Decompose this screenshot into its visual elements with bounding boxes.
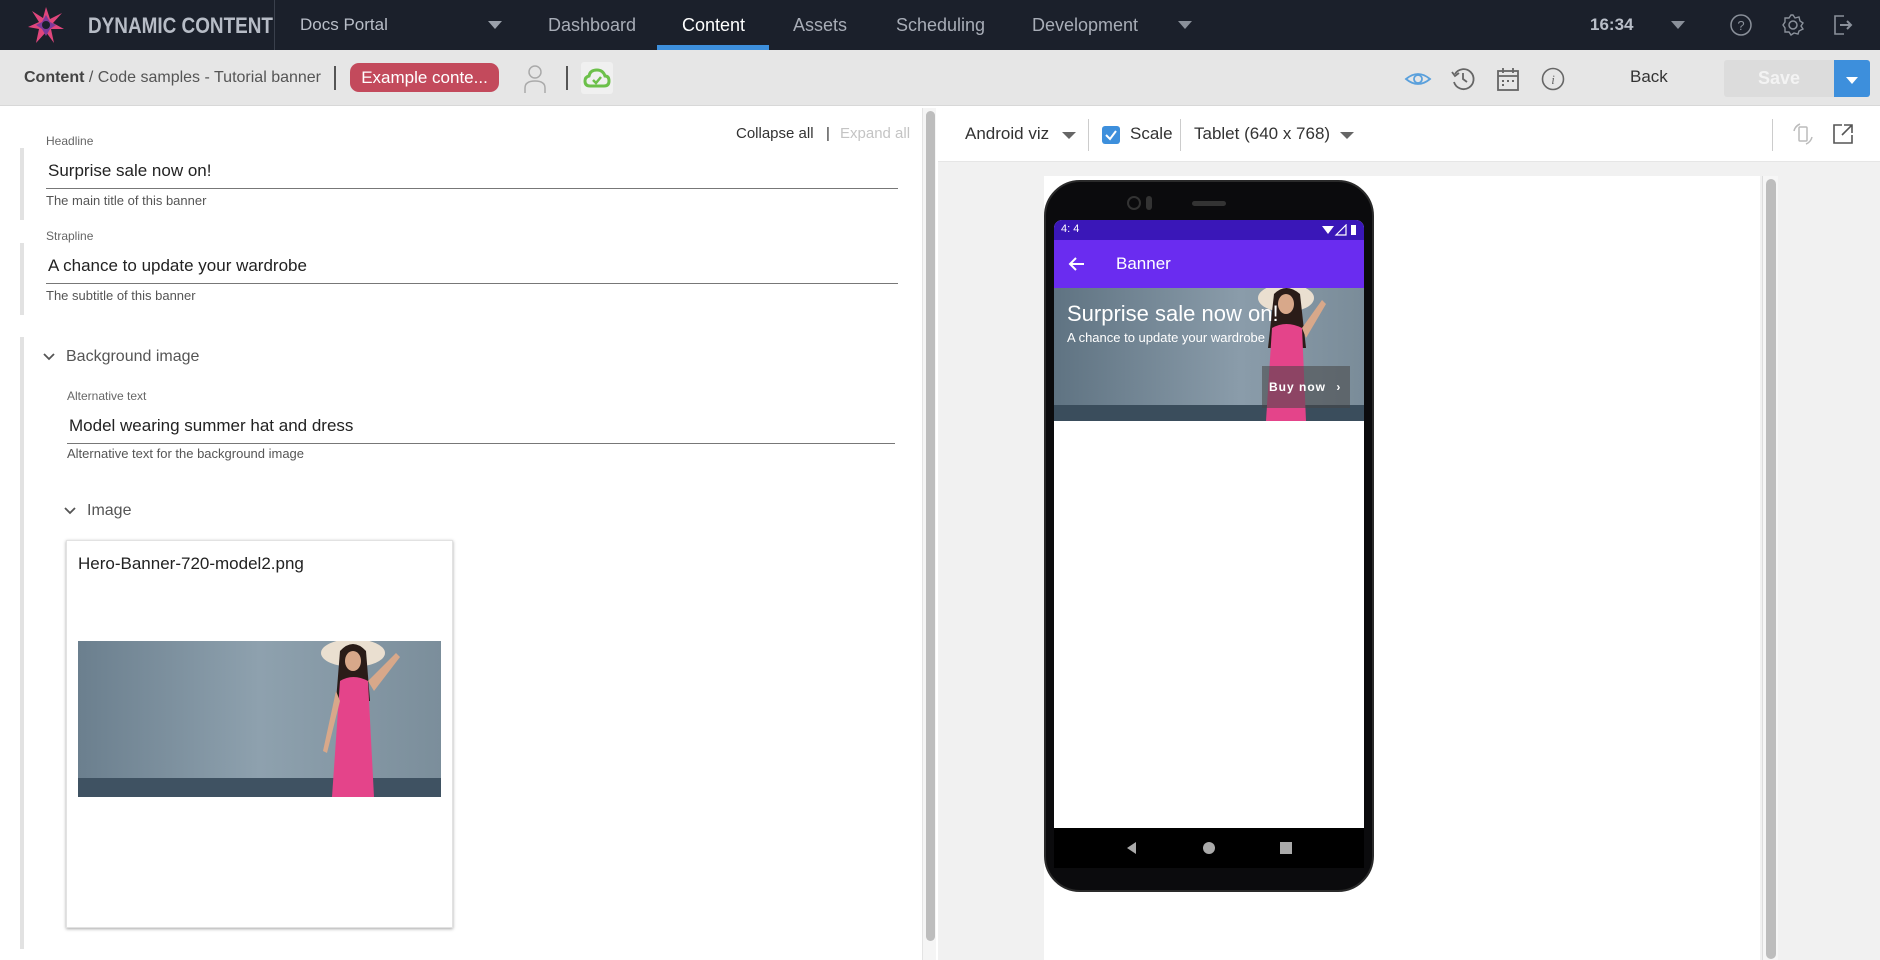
collapse-all-link[interactable]: Collapse all bbox=[736, 125, 814, 142]
image-asset-card[interactable]: Hero-Banner-720-model2.png bbox=[66, 540, 453, 928]
alt-text-help-text: Alternative text for the background imag… bbox=[67, 446, 305, 461]
android-status-bar: 4: 4 bbox=[1054, 220, 1364, 240]
cloud-check-icon bbox=[583, 68, 611, 88]
editor-scrollbar-thumb[interactable] bbox=[926, 111, 935, 941]
alt-text-input[interactable]: Model wearing summer hat and dress bbox=[67, 413, 895, 444]
preview-scrollbar[interactable] bbox=[1762, 176, 1778, 960]
sensor bbox=[1146, 196, 1152, 210]
speaker-grille bbox=[1192, 201, 1226, 206]
camera-icon bbox=[1127, 196, 1141, 210]
nav-tab-content[interactable]: Content bbox=[682, 15, 745, 36]
save-options-dropdown-button[interactable] bbox=[1834, 60, 1870, 97]
assignee-user-icon[interactable] bbox=[522, 64, 548, 94]
development-dropdown-caret-icon[interactable] bbox=[1178, 21, 1192, 29]
divider bbox=[1772, 119, 1773, 151]
preview-scrollbar-thumb[interactable] bbox=[1766, 179, 1776, 959]
background-image-section-toggle[interactable]: Background image bbox=[66, 348, 199, 366]
nav-home-icon[interactable] bbox=[1201, 840, 1217, 856]
device-screen: 4: 4 Banner Surprise sale now on! A chan… bbox=[1054, 220, 1364, 828]
scale-label[interactable]: Scale bbox=[1130, 124, 1173, 144]
divider bbox=[1088, 119, 1089, 151]
divider bbox=[1180, 119, 1181, 151]
divider bbox=[566, 66, 568, 90]
breadcrumb-root[interactable]: Content bbox=[24, 69, 84, 86]
image-section-toggle[interactable]: Image bbox=[87, 502, 131, 520]
brand-name: DYNAMIC CONTENT bbox=[88, 13, 273, 38]
svg-text:i: i bbox=[1551, 72, 1555, 87]
banner-strapline: A chance to update your wardrobe bbox=[1067, 330, 1266, 345]
content-toolbar: Content / Code samples - Tutorial banner… bbox=[0, 50, 1880, 106]
device-dropdown-caret-icon[interactable] bbox=[1340, 132, 1354, 139]
chevron-down-icon[interactable] bbox=[42, 350, 56, 364]
editor-scrollbar[interactable] bbox=[922, 108, 936, 960]
banner-hero: Surprise sale now on! A chance to update… bbox=[1054, 288, 1364, 421]
breadcrumb: Content / Code samples - Tutorial banner bbox=[24, 69, 321, 87]
image-filename: Hero-Banner-720-model2.png bbox=[78, 554, 304, 573]
content-type-badge[interactable]: Example conte... bbox=[350, 63, 499, 92]
strapline-label: Strapline bbox=[46, 229, 94, 243]
headline-input[interactable]: Surprise sale now on! bbox=[46, 158, 898, 189]
chevron-down-icon[interactable] bbox=[63, 504, 77, 518]
breadcrumb-path: / Code samples - Tutorial banner bbox=[88, 69, 322, 86]
logout-icon[interactable] bbox=[1830, 12, 1856, 38]
nav-back-icon[interactable] bbox=[1124, 840, 1140, 856]
strapline-help-text: The subtitle of this banner bbox=[46, 288, 196, 303]
nav-tab-dashboard[interactable]: Dashboard bbox=[548, 15, 636, 36]
app-bar-title: Banner bbox=[1116, 254, 1171, 273]
scale-checkbox[interactable] bbox=[1102, 126, 1120, 144]
save-button[interactable]: Save bbox=[1724, 60, 1834, 97]
field-indent-bar bbox=[20, 148, 24, 220]
nav-tab-scheduling[interactable]: Scheduling bbox=[896, 15, 985, 36]
hub-dropdown-caret-icon[interactable] bbox=[488, 21, 502, 29]
content-editor-panel: Collapse all | Expand all Headline Surpr… bbox=[0, 106, 920, 960]
back-arrow-icon[interactable] bbox=[1068, 256, 1086, 272]
headline-label: Headline bbox=[46, 134, 94, 148]
chevron-right-icon: › bbox=[1336, 380, 1342, 394]
headline-help-text: The main title of this banner bbox=[46, 193, 207, 208]
svg-text:?: ? bbox=[1737, 18, 1744, 33]
info-icon[interactable]: i bbox=[1539, 65, 1567, 93]
clock-dropdown-caret-icon[interactable] bbox=[1671, 21, 1685, 29]
top-navigation-bar: DYNAMIC CONTENT Docs Portal Dashboard Co… bbox=[0, 0, 1880, 50]
status-time: 4: 4 bbox=[1061, 223, 1080, 235]
rotate-device-icon[interactable] bbox=[1790, 121, 1816, 147]
help-icon[interactable]: ? bbox=[1728, 12, 1754, 38]
hub-selector[interactable]: Docs Portal bbox=[300, 15, 388, 35]
preview-canvas: 4: 4 Banner Surprise sale now on! A chan… bbox=[1044, 176, 1760, 960]
checkmark-icon bbox=[1105, 130, 1117, 141]
sync-status-button[interactable] bbox=[581, 62, 613, 94]
dynamic-content-logo-icon bbox=[28, 7, 64, 43]
android-device-frame: 4: 4 Banner Surprise sale now on! A chan… bbox=[1044, 180, 1374, 892]
strapline-input[interactable]: A chance to update your wardrobe bbox=[46, 253, 898, 284]
image-thumbnail bbox=[78, 641, 441, 797]
schedule-calendar-icon[interactable] bbox=[1494, 65, 1522, 93]
preview-panel: Android viz Scale Tablet (640 x 768) 4: … bbox=[938, 106, 1880, 960]
history-icon[interactable] bbox=[1449, 65, 1477, 93]
nav-tab-development[interactable]: Development bbox=[1032, 15, 1138, 36]
platform-selector[interactable]: Android viz bbox=[965, 124, 1049, 144]
android-navigation-bar bbox=[1054, 828, 1364, 868]
settings-icon[interactable] bbox=[1780, 12, 1806, 38]
platform-dropdown-caret-icon[interactable] bbox=[1062, 132, 1076, 139]
banner-headline: Surprise sale now on! bbox=[1067, 301, 1279, 326]
field-indent-bar bbox=[20, 337, 24, 949]
separator: | bbox=[826, 125, 830, 142]
visualize-eye-icon[interactable] bbox=[1404, 65, 1432, 93]
nav-recents-icon[interactable] bbox=[1278, 840, 1294, 856]
open-external-icon[interactable] bbox=[1830, 121, 1856, 147]
divider bbox=[334, 66, 336, 90]
alt-text-label: Alternative text bbox=[67, 389, 147, 403]
device-size-selector[interactable]: Tablet (640 x 768) bbox=[1194, 124, 1330, 144]
clock: 16:34 bbox=[1590, 15, 1634, 34]
divider bbox=[274, 0, 275, 50]
expand-all-link[interactable]: Expand all bbox=[840, 125, 910, 142]
buy-now-button[interactable]: Buy now › bbox=[1262, 366, 1350, 408]
preview-toolbar: Android viz Scale Tablet (640 x 768) bbox=[938, 106, 1880, 162]
buy-now-label: Buy now bbox=[1269, 380, 1326, 394]
nav-tab-assets[interactable]: Assets bbox=[793, 15, 847, 36]
status-icons bbox=[1322, 224, 1356, 236]
field-indent-bar bbox=[20, 243, 24, 315]
android-app-bar: Banner bbox=[1054, 240, 1364, 288]
back-button[interactable]: Back bbox=[1630, 67, 1668, 87]
